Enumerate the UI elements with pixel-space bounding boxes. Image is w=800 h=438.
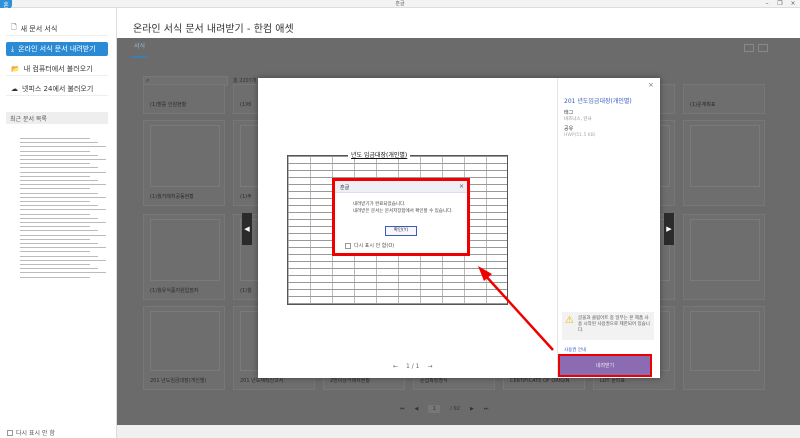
arrow-line	[483, 273, 554, 351]
annotation-arrow	[478, 266, 554, 351]
